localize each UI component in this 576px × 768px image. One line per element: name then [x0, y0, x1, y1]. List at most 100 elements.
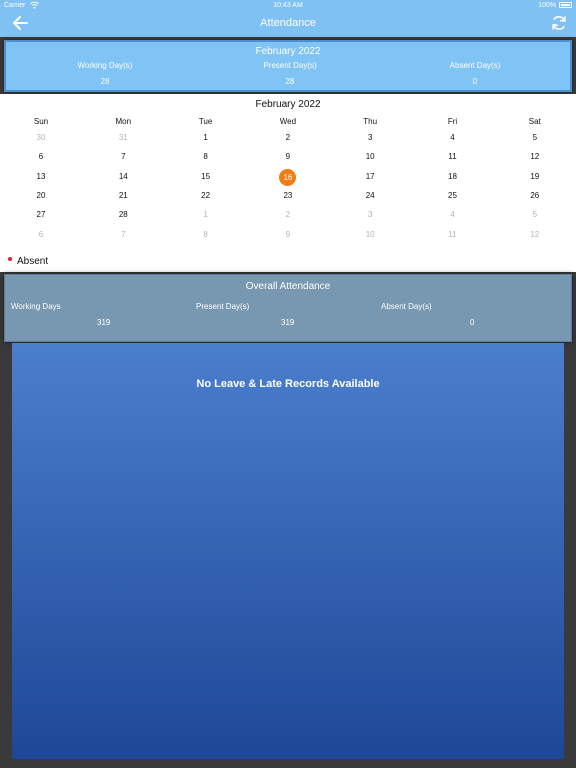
calendar-day-number: 9: [285, 152, 291, 162]
calendar-day[interactable]: 5: [494, 130, 576, 146]
calendar-day-number: 10: [365, 152, 375, 162]
navigation-bar: Carrier 10:43 AM 100% Attendance: [0, 0, 576, 37]
calendar-day[interactable]: 2: [247, 207, 329, 223]
working-days-value: 28: [100, 77, 110, 86]
battery-icon: [559, 2, 572, 8]
calendar-day[interactable]: 11: [412, 149, 494, 165]
weekday-header: Fri: [447, 117, 458, 126]
calendar-day[interactable]: 8: [165, 227, 247, 243]
calendar-day[interactable]: 7: [82, 227, 164, 243]
calendar-day-number: 31: [118, 133, 128, 142]
calendar-day[interactable]: 10: [329, 149, 411, 165]
weekday-header: Wed: [279, 117, 297, 126]
calendar-day[interactable]: 21: [82, 188, 164, 204]
calendar-day[interactable]: 31: [82, 130, 164, 146]
calendar-day-number: 17: [365, 171, 375, 181]
calendar-day[interactable]: 2: [247, 130, 329, 146]
calendar-day[interactable]: 5: [494, 207, 576, 223]
weekday-header: Sat: [528, 117, 541, 126]
calendar-day[interactable]: 10: [329, 227, 411, 243]
calendar-day-number: 19: [530, 171, 540, 181]
calendar-day[interactable]: 14: [82, 169, 164, 185]
calendar-day-number: 30: [36, 133, 46, 142]
calendar-day-today[interactable]: 16: [247, 168, 329, 186]
absent-days-stat: Absent Day(s) 0: [380, 61, 570, 86]
calendar-day-number: 2: [285, 210, 291, 220]
status-time: 10:43 AM: [273, 2, 303, 9]
calendar-day[interactable]: 1: [165, 207, 247, 223]
calendar-day-number: 11: [448, 229, 457, 239]
calendar-day[interactable]: 27: [0, 207, 82, 223]
overall-present-value: 319: [281, 318, 295, 327]
calendar-day-number: 9: [285, 229, 291, 239]
calendar-day[interactable]: 28: [82, 207, 164, 223]
calendar-day-number: 10: [365, 229, 375, 239]
calendar-day-number: 6: [38, 152, 44, 162]
calendar-day[interactable]: 18: [412, 169, 494, 185]
present-days-value: 28: [285, 77, 295, 86]
calendar-day-number: 8: [203, 229, 208, 239]
calendar-day-number: 3: [367, 210, 373, 220]
calendar-day-number: 28: [118, 210, 128, 220]
working-days-stat: Working Day(s) 28: [10, 61, 200, 86]
empty-records-message: No Leave & Late Records Available: [196, 378, 380, 390]
attendance-calendar: February 2022 Absent Sun Mon Tue Wed Thu Fri S…: [0, 94, 576, 272]
calendar-day-number: 5: [532, 210, 538, 220]
battery-percent: 100%: [538, 2, 556, 9]
calendar-month-title[interactable]: February 2022: [0, 99, 576, 110]
calendar-day[interactable]: 4: [412, 207, 494, 223]
weekday-header: Thu: [363, 117, 378, 126]
weekday-header: Sun: [33, 117, 49, 126]
summary-month-title: February 2022: [255, 46, 321, 57]
calendar-day[interactable]: 12: [494, 149, 576, 165]
calendar-day[interactable]: 1: [165, 130, 247, 146]
calendar-day[interactable]: 15: [165, 169, 247, 185]
calendar-day[interactable]: 3: [329, 207, 411, 223]
overall-working-label: Working Days: [11, 302, 61, 311]
calendar-day[interactable]: 30: [0, 130, 82, 146]
calendar-day-number: 2: [285, 133, 291, 142]
refresh-icon[interactable]: [550, 14, 568, 32]
calendar-day[interactable]: 20: [0, 188, 82, 204]
calendar-day-number: 4: [450, 210, 455, 220]
overall-title: Overall Attendance: [245, 281, 331, 292]
overall-working-value: 319: [97, 318, 111, 327]
calendar-day[interactable]: 22: [165, 188, 247, 204]
calendar-day[interactable]: 23: [247, 188, 329, 204]
calendar-day[interactable]: 7: [82, 149, 164, 165]
calendar-day[interactable]: 4: [412, 130, 494, 146]
calendar-day[interactable]: 25: [412, 188, 494, 204]
calendar-legend: Absent: [8, 256, 48, 267]
calendar-day[interactable]: 19: [494, 169, 576, 185]
present-days-label: Present Day(s): [263, 61, 317, 70]
calendar-day-number: 1: [203, 133, 208, 142]
absent-dot-icon: [8, 257, 12, 262]
calendar-day[interactable]: 26: [494, 188, 576, 204]
page-title: Attendance: [260, 17, 316, 29]
working-days-label: Working Day(s): [77, 61, 133, 70]
calendar-day[interactable]: 8: [165, 149, 247, 165]
calendar-day-number: 7: [121, 152, 126, 162]
weekday-header: Tue: [198, 117, 213, 126]
monthly-summary-card: February 2022 Working Day(s) 28 Present …: [4, 40, 572, 92]
calendar-day-number: 4: [450, 133, 455, 142]
calendar-day[interactable]: 24: [329, 188, 411, 204]
overall-absent-label: Absent Day(s): [381, 302, 432, 311]
calendar-day-number: 18: [448, 171, 457, 181]
calendar-day-number: 15: [201, 171, 211, 181]
calendar-day-number: 7: [121, 229, 126, 239]
calendar-day[interactable]: 6: [0, 227, 82, 243]
calendar-day-number: 5: [532, 133, 538, 142]
overall-attendance-card: Overall Attendance Working Days 319 Pres…: [4, 274, 572, 342]
calendar-day[interactable]: 9: [247, 227, 329, 243]
weekday-header: Mon: [115, 117, 132, 126]
calendar-day-number: 27: [36, 210, 46, 220]
calendar-day-number: 1: [203, 210, 208, 220]
calendar-day[interactable]: 13: [0, 169, 82, 185]
calendar-day[interactable]: 3: [329, 130, 411, 146]
calendar-day[interactable]: 17: [329, 169, 411, 185]
calendar-day[interactable]: 11: [412, 227, 494, 243]
calendar-day[interactable]: 6: [0, 149, 82, 165]
calendar-day[interactable]: 12: [494, 227, 576, 243]
calendar-day[interactable]: 9: [247, 149, 329, 165]
